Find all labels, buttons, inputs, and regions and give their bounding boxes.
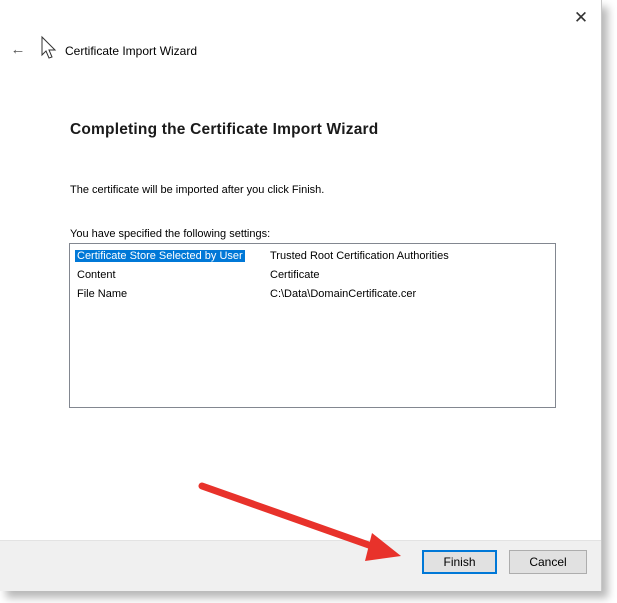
close-icon: ✕ xyxy=(573,8,589,27)
settings-list[interactable]: Certificate Store Selected by User Trust… xyxy=(69,243,556,408)
settings-value: Trusted Root Certification Authorities xyxy=(270,250,449,262)
window-title: Certificate Import Wizard xyxy=(65,44,198,58)
settings-value: Certificate xyxy=(270,269,320,281)
back-button[interactable]: ← xyxy=(8,41,28,59)
settings-label: You have specified the following setting… xyxy=(70,228,271,240)
certificate-wizard-icon xyxy=(41,35,57,59)
wizard-window: ✕ ← Certificate Import Wizard Completing… xyxy=(0,0,602,591)
finish-button[interactable]: Finish xyxy=(422,550,497,574)
settings-value: C:\Data\DomainCertificate.cer xyxy=(270,288,417,300)
settings-key: Certificate Store Selected by User xyxy=(75,250,245,262)
cancel-button[interactable]: Cancel xyxy=(509,550,587,574)
settings-key: File Name xyxy=(77,288,128,300)
back-arrow-icon: ← xyxy=(10,41,26,58)
intro-text: The certificate will be imported after y… xyxy=(70,184,325,196)
settings-key: Content xyxy=(77,269,116,281)
page-heading: Completing the Certificate Import Wizard xyxy=(70,121,379,138)
close-button[interactable]: ✕ xyxy=(568,6,594,30)
